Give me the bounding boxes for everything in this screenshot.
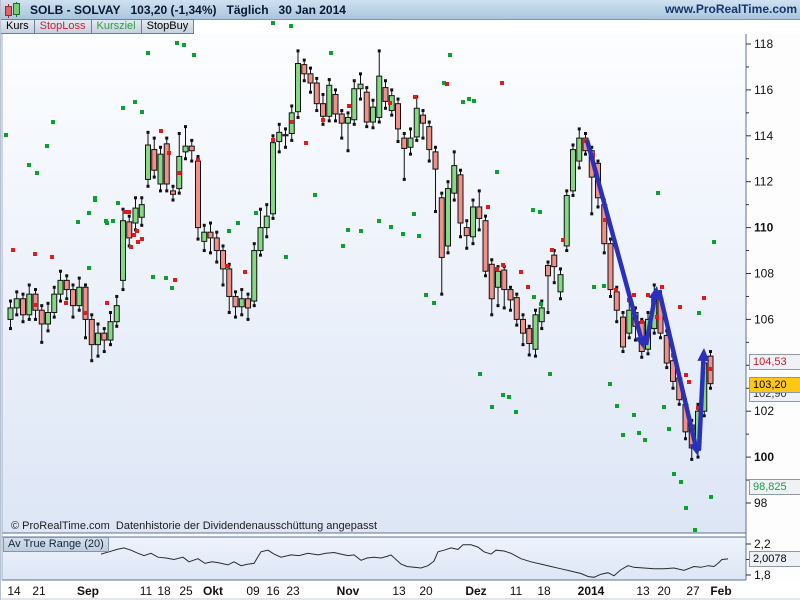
tab-stopbuy[interactable]: StopBuy (140, 19, 195, 34)
svg-text:Feb: Feb (710, 584, 731, 598)
svg-text:09: 09 (246, 584, 260, 598)
svg-text:112: 112 (754, 175, 773, 189)
svg-text:118: 118 (754, 37, 773, 51)
svg-text:27: 27 (686, 584, 700, 598)
price-tag-last-price: 103,20 (749, 377, 800, 393)
svg-text:16: 16 (266, 584, 280, 598)
candlestick-icon (4, 2, 20, 18)
prorealtime-url[interactable]: www.ProRealTime.com (665, 2, 797, 16)
svg-text:11: 11 (510, 584, 523, 598)
svg-text:102: 102 (754, 404, 774, 418)
svg-text:98: 98 (754, 496, 768, 510)
svg-text:20: 20 (419, 584, 433, 598)
svg-text:11: 11 (140, 584, 153, 598)
svg-text:13: 13 (636, 584, 650, 598)
svg-text:2014: 2014 (578, 584, 605, 598)
price-tag-stoploss-level: 104,53 (749, 354, 800, 370)
svg-text:20: 20 (657, 584, 671, 598)
svg-text:Dez: Dez (465, 584, 486, 598)
chart-tab-bar: Kurs StopLoss Kursziel StopBuy (1, 19, 800, 34)
svg-text:106: 106 (754, 312, 774, 326)
timeframe-label: Täglich (226, 2, 269, 17)
tab-stoploss[interactable]: StopLoss (33, 19, 92, 34)
svg-text:2,2: 2,2 (754, 537, 771, 551)
price-tag-kursziel-level: 98,825 (749, 479, 800, 495)
svg-text:100: 100 (754, 450, 774, 464)
atr-indicator-label: Av True Range (20) (3, 537, 109, 552)
title-bar: SOLB - SOLVAY 103,20 (-1,34%) Täglich 30… (1, 0, 800, 20)
svg-text:114: 114 (754, 129, 773, 143)
svg-text:1,8: 1,8 (754, 568, 771, 582)
date-label: 30 Jan 2014 (278, 2, 346, 17)
tab-kursziel[interactable]: Kursziel (90, 19, 142, 34)
copyright-note: © ProRealTime.com Datenhistorie der Divi… (11, 520, 378, 532)
svg-text:Okt: Okt (203, 584, 223, 598)
svg-text:13: 13 (392, 584, 406, 598)
prorealtime-chart-window: SOLB - SOLVAY 103,20 (-1,34%) Täglich 30… (0, 0, 800, 600)
price-chart-canvas[interactable]: 981001021041061081101121141161182,21,814… (1, 0, 800, 600)
svg-text:108: 108 (754, 267, 774, 281)
svg-text:21: 21 (32, 584, 46, 598)
svg-text:23: 23 (286, 584, 300, 598)
svg-text:18: 18 (537, 584, 551, 598)
svg-text:Sep: Sep (77, 584, 99, 598)
symbol-title: SOLB - SOLVAY (30, 2, 121, 17)
tab-kurs[interactable]: Kurs (1, 19, 35, 34)
last-quote: 103,20 (-1,34%) (130, 2, 217, 17)
svg-text:25: 25 (179, 584, 193, 598)
price-tag-atr-value: 2,0078 (749, 551, 800, 567)
svg-text:Nov: Nov (337, 584, 360, 598)
svg-text:110: 110 (754, 221, 774, 235)
svg-text:14: 14 (7, 584, 21, 598)
svg-text:116: 116 (754, 83, 773, 97)
svg-text:18: 18 (157, 584, 171, 598)
